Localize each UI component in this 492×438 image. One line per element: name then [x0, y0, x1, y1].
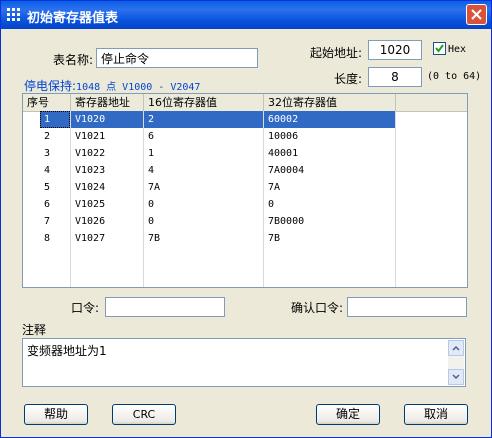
password-input[interactable]: [105, 297, 225, 317]
cell-v16: 4: [148, 165, 155, 176]
cell-no: [40, 264, 70, 281]
cell-no: 2: [44, 131, 51, 142]
cell-addr: V1022: [75, 148, 106, 159]
cell-v16: 0: [148, 199, 155, 210]
table-row[interactable]: 6 V1025 0 0: [23, 196, 467, 213]
table-row[interactable]: 3 V1022 1 40001: [23, 145, 467, 162]
dialog-window: 初始寄存器值表 表名称: 起始地址: Hex 长度: (0 to 64) 停电保…: [0, 0, 492, 438]
table-row[interactable]: 2 V1021 6 10006: [23, 128, 467, 145]
cell-v32: 10006: [268, 131, 299, 142]
table-name-input[interactable]: [96, 48, 258, 68]
cell-addr: V1024: [75, 182, 106, 193]
cell-no: 1: [40, 111, 70, 128]
cell-no: 7: [44, 216, 51, 227]
column-header-16bit[interactable]: 16位寄存器值: [144, 94, 264, 111]
title-bar[interactable]: 初始寄存器值表: [1, 1, 491, 29]
cell-addr: V1027: [75, 233, 106, 244]
cell-no: 5: [44, 182, 51, 193]
scroll-down-icon: [452, 374, 460, 380]
length-hint: (0 to 64): [427, 71, 482, 82]
cell-addr: V1023: [75, 165, 106, 176]
cell-addr: V1020: [71, 111, 143, 128]
length-input[interactable]: [368, 67, 422, 87]
scroll-down-button[interactable]: [448, 369, 464, 385]
hex-checkbox[interactable]: [433, 42, 446, 55]
cell-no: 3: [44, 148, 51, 159]
table-row[interactable]: 7 V1026 0 7B0000: [23, 213, 467, 230]
cell-no: 8: [44, 233, 51, 244]
cell-v32: 7A0004: [268, 165, 305, 176]
note-text: 变频器地址为1: [27, 344, 107, 358]
scroll-up-icon: [452, 345, 460, 351]
cell-v16: 6: [148, 131, 155, 142]
cell-v16: [144, 264, 263, 281]
cell-v16: 7A: [148, 182, 161, 193]
password-label: 口令:: [71, 301, 100, 315]
cell-addr: [71, 264, 143, 281]
cell-no: [40, 247, 70, 264]
register-table[interactable]: 序号 寄存器地址 16位寄存器值 32位寄存器值 1 V1020 2 60002 2 V1…: [22, 93, 468, 288]
cell-addr: V1026: [75, 216, 106, 227]
ok-button[interactable]: 确定: [316, 404, 380, 425]
cell-addr: V1021: [75, 131, 106, 142]
start-address-input[interactable]: [368, 40, 422, 60]
length-label: 长度:: [334, 72, 363, 86]
table-row[interactable]: 8 V1027 7B 7B: [23, 230, 467, 247]
cell-no: 4: [44, 165, 51, 176]
cell-v16: 0: [148, 216, 155, 227]
cell-addr: V1025: [75, 199, 106, 210]
note-textarea[interactable]: 变频器地址为1: [22, 338, 466, 387]
crc-button[interactable]: CRC: [112, 404, 176, 425]
note-label: 注释: [22, 323, 47, 337]
table-row[interactable]: [23, 264, 467, 281]
table-row[interactable]: 5 V1024 7A 7A: [23, 179, 467, 196]
cell-addr: [71, 247, 143, 264]
cell-v32: [264, 247, 395, 264]
cell-no: 6: [44, 199, 51, 210]
cancel-button[interactable]: 取消: [404, 404, 468, 425]
cell-v32: 7A: [268, 182, 281, 193]
column-header-32bit[interactable]: 32位寄存器值: [264, 94, 396, 111]
help-button[interactable]: 帮助: [24, 404, 88, 425]
start-address-label: 起始地址:: [310, 46, 363, 60]
cell-v16: 7B: [148, 233, 161, 244]
checkmark-icon: [435, 44, 444, 53]
hex-label: Hex: [448, 44, 467, 55]
confirm-password-label: 确认口令:: [291, 301, 344, 315]
table-name-label: 表名称:: [53, 53, 94, 67]
table-row[interactable]: 4 V1023 4 7A0004: [23, 162, 467, 179]
close-icon: [471, 9, 482, 20]
retain-label-text: 停电保持:: [24, 79, 77, 93]
cell-v16: [144, 247, 263, 264]
column-header-address[interactable]: 寄存器地址: [71, 94, 144, 111]
table-header: 序号 寄存器地址 16位寄存器值 32位寄存器值: [23, 94, 467, 112]
cell-v32: 7B: [268, 233, 281, 244]
cell-v32: 0: [268, 199, 275, 210]
note-scrollbar[interactable]: [448, 340, 464, 385]
grid-app-icon: [7, 8, 21, 22]
table-row[interactable]: 1 V1020 2 60002: [23, 111, 467, 128]
cell-v16: 2: [144, 111, 263, 128]
close-button[interactable]: [466, 4, 487, 25]
cell-v32: 40001: [268, 148, 299, 159]
confirm-password-input[interactable]: [347, 297, 467, 317]
scroll-up-button[interactable]: [448, 340, 464, 356]
cell-v16: 1: [148, 148, 155, 159]
window-title: 初始寄存器值表: [27, 11, 119, 26]
table-row[interactable]: [23, 247, 467, 264]
retain-label: 停电保持:1048 点 V1000 - V2047: [24, 77, 200, 94]
cell-v32: 60002: [264, 111, 395, 128]
cell-v32: [264, 264, 395, 281]
retain-range: 1048 点 V1000 - V2047: [76, 82, 201, 93]
column-header-no[interactable]: 序号: [23, 94, 71, 111]
cell-v32: 7B0000: [268, 216, 305, 227]
